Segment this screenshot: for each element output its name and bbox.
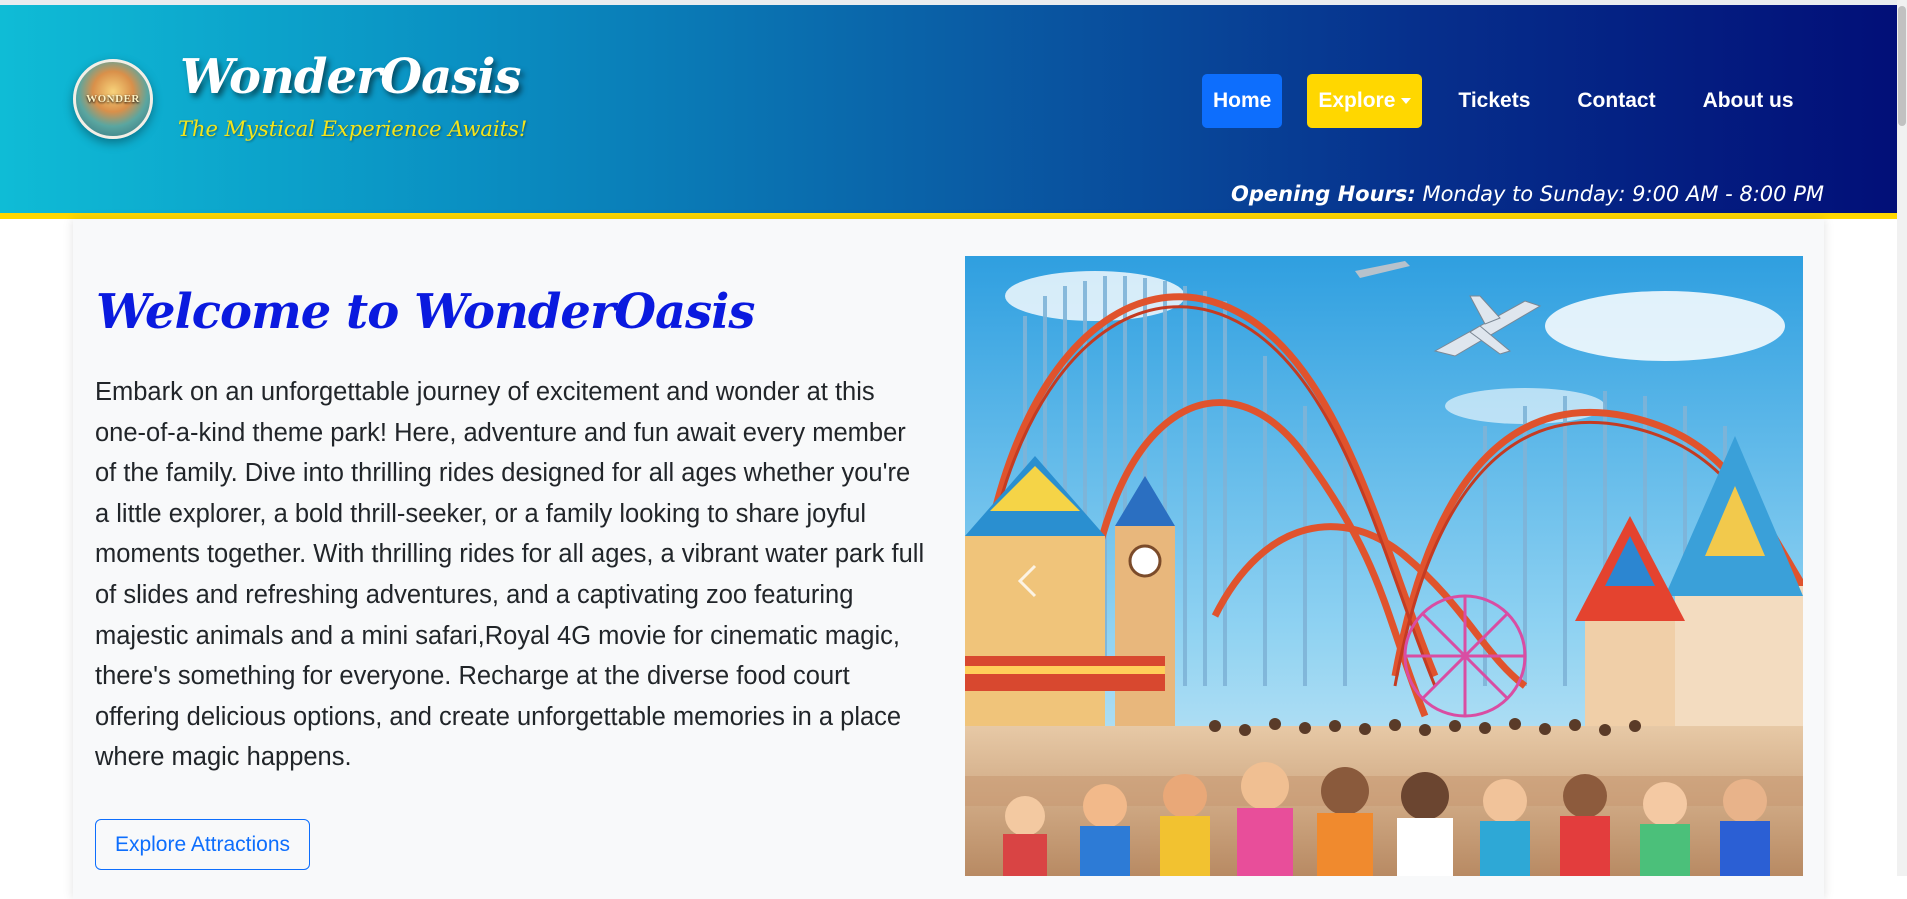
nav-about[interactable]: About us [1692,74,1805,128]
nav-contact[interactable]: Contact [1566,74,1666,128]
main-nav: Home Explore Tickets Contact About us [1202,74,1830,128]
nav-home[interactable]: Home [1202,74,1283,128]
page-scrollbar[interactable] [1897,0,1907,876]
hero-image-theme-park [965,256,1803,876]
opening-hours: Opening Hours: Monday to Sunday: 9:00 AM… [1231,182,1824,206]
nav-explore-dropdown[interactable]: Explore [1307,74,1423,128]
welcome-title: Welcome to WonderOasis [96,284,755,340]
scrollbar-thumb[interactable] [1898,6,1906,126]
caret-down-icon [1401,98,1412,104]
brand-tagline: The Mystical Experience Awaits! [178,117,528,141]
opening-hours-label: Opening Hours: [1231,182,1416,206]
nav-explore-label: Explore [1318,89,1396,112]
site-header: WONDER WonderOasis The Mystical Experien… [0,5,1897,219]
brand-name[interactable]: WonderOasis [180,49,521,105]
welcome-description: Embark on an unforgettable journey of ex… [95,378,925,772]
explore-attractions-button[interactable]: Explore Attractions [95,819,310,870]
theme-park-illustration [965,256,1803,876]
logo-text: WONDER [86,93,140,105]
park-logo[interactable]: WONDER [73,59,153,139]
nav-tickets[interactable]: Tickets [1447,74,1541,128]
opening-hours-value: Monday to Sunday: 9:00 AM - 8:00 PM [1422,182,1824,206]
